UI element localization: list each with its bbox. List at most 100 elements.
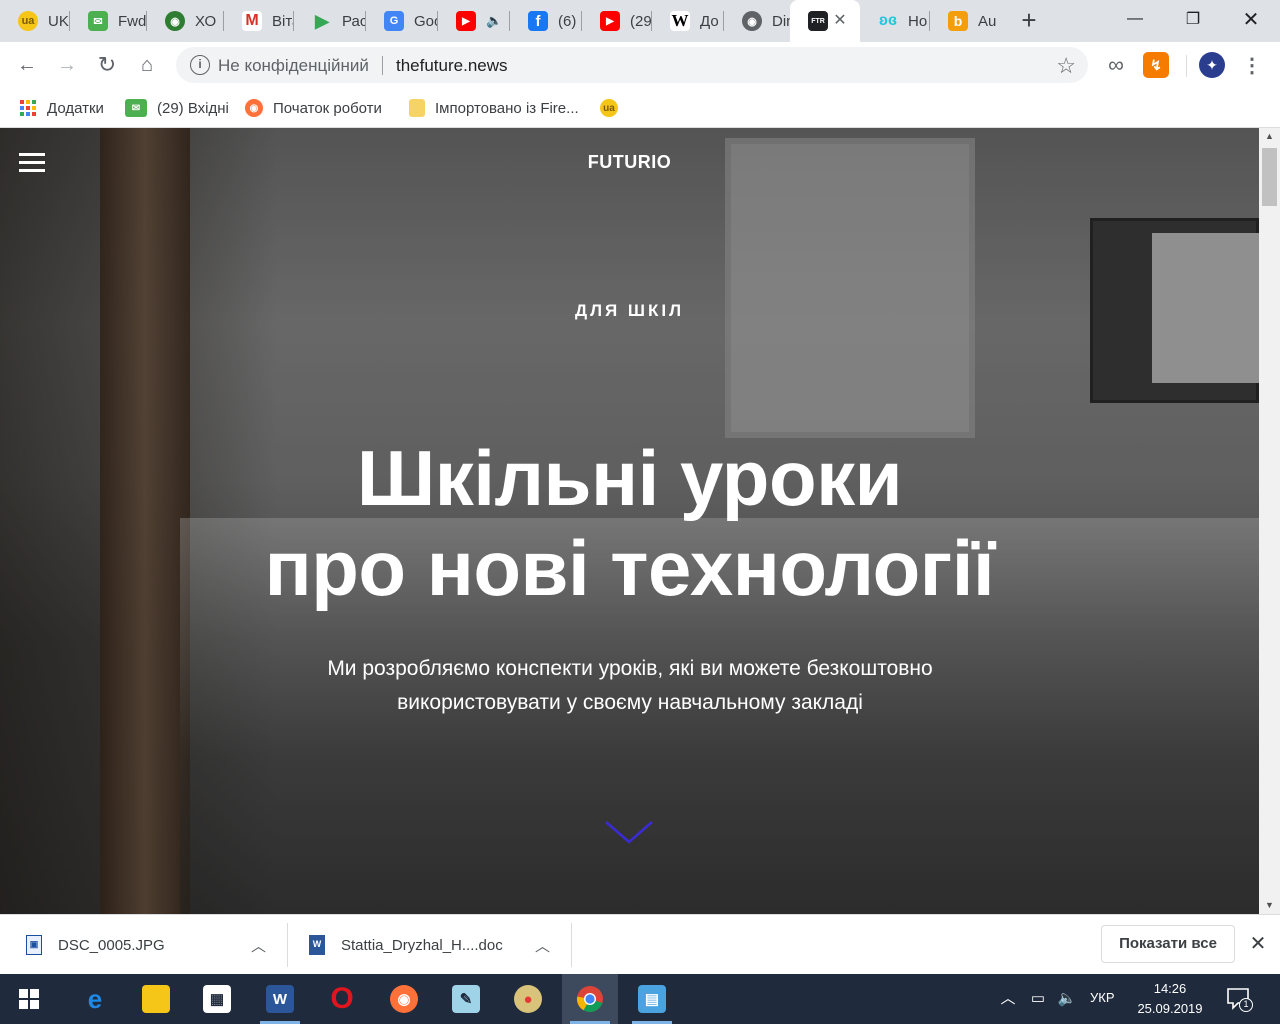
- notepad-icon: ✎: [452, 985, 480, 1013]
- forward-button[interactable]: →: [52, 50, 82, 80]
- image-file-icon: ▣: [26, 935, 42, 955]
- home-button[interactable]: ⌂: [132, 50, 162, 80]
- security-label[interactable]: Не конфіденційний: [218, 56, 369, 76]
- chevron-up-icon[interactable]: ︿: [535, 935, 550, 956]
- back-button[interactable]: ←: [12, 50, 42, 80]
- hero-title: Шкільні уроки про нові технології: [0, 433, 1259, 613]
- chrome-icon: [576, 985, 604, 1013]
- firefox-icon: ◉: [390, 985, 418, 1013]
- start-button[interactable]: [0, 974, 58, 1024]
- tab-fwd[interactable]: ✉ Fwd: [70, 0, 147, 42]
- profile-avatar[interactable]: ✦: [1199, 52, 1225, 78]
- scroll-down-chevron-icon[interactable]: [604, 818, 654, 848]
- futurio-ftr-icon: FTR: [808, 11, 828, 31]
- tray-chevron-up-icon[interactable]: ︿: [997, 989, 1019, 1009]
- window-close-button[interactable]: ✕: [1222, 0, 1280, 38]
- tab-wikipedia[interactable]: W До: [652, 0, 724, 42]
- notification-center-icon[interactable]: 1: [1226, 987, 1253, 1012]
- tab-strip: ua UKI ✉ Fwd ◉ ХО M Віта ▶ Рас G Goo ▶ 🔈…: [0, 0, 1280, 42]
- reload-button[interactable]: ↻: [92, 50, 122, 80]
- taskbar-edge[interactable]: e: [67, 974, 123, 1024]
- chevron-up-icon[interactable]: ︿: [251, 935, 266, 956]
- google-play-icon: ▶: [315, 10, 329, 31]
- tab-youtube-audio[interactable]: ▶ 🔈: [438, 0, 510, 42]
- show-all-downloads-button[interactable]: Показати все: [1101, 925, 1235, 963]
- tab-ukr-net[interactable]: ua UKI: [0, 0, 70, 42]
- scroll-up-arrow-icon[interactable]: ▲: [1259, 128, 1280, 145]
- tab-google-play[interactable]: ▶ Рас: [294, 0, 366, 42]
- bookmark-imported-firefox[interactable]: Імпортовано із Fire...: [409, 97, 579, 119]
- infinity-extension-icon[interactable]: ∞: [1103, 52, 1129, 78]
- tab-google-translate[interactable]: G Goo: [366, 0, 438, 42]
- browser-toolbar: ← → ↻ ⌂ i Не конфіденційний thefuture.ne…: [0, 42, 1280, 88]
- apps-grid-icon: [19, 99, 37, 117]
- control-panel-icon: ▤: [638, 985, 666, 1013]
- globe-icon: ◉: [742, 11, 762, 31]
- bookmark-inbox[interactable]: ✉ (29) Вхідні: [125, 97, 229, 119]
- download-filename: DSC_0005.JPG: [58, 936, 165, 954]
- taskbar-file-explorer[interactable]: [128, 974, 184, 1024]
- wikipedia-icon: W: [670, 11, 690, 31]
- new-tab-button[interactable]: +: [1014, 6, 1044, 36]
- taskbar-control-panel[interactable]: ▤: [624, 974, 680, 1024]
- edge-icon: e: [87, 983, 103, 1014]
- tab-din[interactable]: ◉ Din: [724, 0, 790, 42]
- close-download-shelf-icon[interactable]: ✕: [1248, 932, 1268, 956]
- youtube-icon: ▶: [456, 11, 476, 31]
- notification-count-badge: 1: [1239, 998, 1253, 1012]
- restore-button[interactable]: ❐: [1164, 0, 1222, 38]
- tab-facebook[interactable]: f (6): [510, 0, 582, 42]
- hero-subtitle: Ми розробляємо конспекти уроків, які ви …: [327, 657, 933, 714]
- word-file-icon: W: [309, 935, 325, 955]
- mail-envelope-icon: ✉: [88, 11, 108, 31]
- bookmark-getting-started[interactable]: ◉ Початок роботи: [245, 97, 382, 119]
- scrollbar-thumb[interactable]: [1262, 148, 1277, 206]
- bookmark-apps[interactable]: Додатки: [19, 97, 104, 119]
- orange-extension-icon[interactable]: ↯: [1143, 52, 1169, 78]
- hero-eyebrow: ДЛЯ ШКІЛ: [574, 301, 685, 320]
- youtube-icon: ▶: [600, 11, 620, 31]
- butterfly-icon: ʚɞ: [878, 12, 898, 29]
- tray-clock[interactable]: 14:26 25.09.2019: [1128, 979, 1212, 1019]
- b-logo-icon: b: [948, 11, 968, 31]
- taskbar-firefox[interactable]: ◉: [376, 974, 432, 1024]
- url-text[interactable]: thefuture.news: [396, 56, 508, 76]
- taskbar-chrome[interactable]: [562, 974, 618, 1024]
- folder-icon: [409, 99, 425, 117]
- network-icon[interactable]: ▭: [1027, 989, 1049, 1009]
- site-logo[interactable]: FUTURIO: [0, 152, 1259, 173]
- bookmark-star-icon[interactable]: ☆: [1056, 53, 1076, 79]
- word-icon: W: [266, 985, 294, 1013]
- info-icon[interactable]: i: [190, 55, 210, 75]
- tab-b-logo[interactable]: b Au: [930, 0, 1000, 42]
- input-language[interactable]: УКР: [1090, 990, 1115, 1005]
- tab-youtube[interactable]: ▶ (29: [582, 0, 652, 42]
- tab-futurio-active[interactable]: FTR ✕: [790, 0, 860, 42]
- windows-logo-icon: [19, 989, 39, 1009]
- download-item[interactable]: ▣ DSC_0005.JPG: [26, 915, 271, 975]
- taskbar-word[interactable]: W: [252, 974, 308, 1024]
- volume-icon[interactable]: 🔈: [1056, 989, 1078, 1009]
- ukr-net-icon: ua: [600, 99, 618, 117]
- taskbar-store[interactable]: ▦: [189, 974, 245, 1024]
- speaker-icon[interactable]: 🔈: [486, 13, 502, 29]
- tab-xo[interactable]: ◉ ХО: [147, 0, 224, 42]
- ukr-net-icon: ua: [18, 11, 38, 31]
- clock-date: 25.09.2019: [1137, 1001, 1203, 1016]
- store-icon: ▦: [203, 985, 231, 1013]
- windows-taskbar: e ▦ W O ◉ ✎ ● ▤ ︿ ▭ 🔈 УКР 14:26 25.09.20…: [0, 974, 1280, 1024]
- taskbar-paint[interactable]: ●: [500, 974, 556, 1024]
- download-item[interactable]: W Stattia_Dryzhal_H....doc: [309, 915, 554, 975]
- omnibox[interactable]: i Не конфіденційний thefuture.news ☆: [176, 47, 1088, 83]
- close-tab-icon[interactable]: ✕: [830, 11, 850, 31]
- folder-icon: [142, 985, 170, 1013]
- taskbar-opera[interactable]: O: [314, 974, 370, 1024]
- tab-gmail[interactable]: M Віта: [224, 0, 294, 42]
- taskbar-notepad[interactable]: ✎: [438, 974, 494, 1024]
- menu-kebab-icon[interactable]: ⋮: [1239, 52, 1265, 78]
- tab-butterfly[interactable]: ʚɞ Но: [860, 0, 930, 42]
- minimize-button[interactable]: —: [1106, 0, 1164, 38]
- page-scrollbar[interactable]: ▲ ▼: [1259, 128, 1280, 914]
- scroll-down-arrow-icon[interactable]: ▼: [1259, 897, 1280, 914]
- bookmark-ukr-net[interactable]: ua: [600, 97, 628, 119]
